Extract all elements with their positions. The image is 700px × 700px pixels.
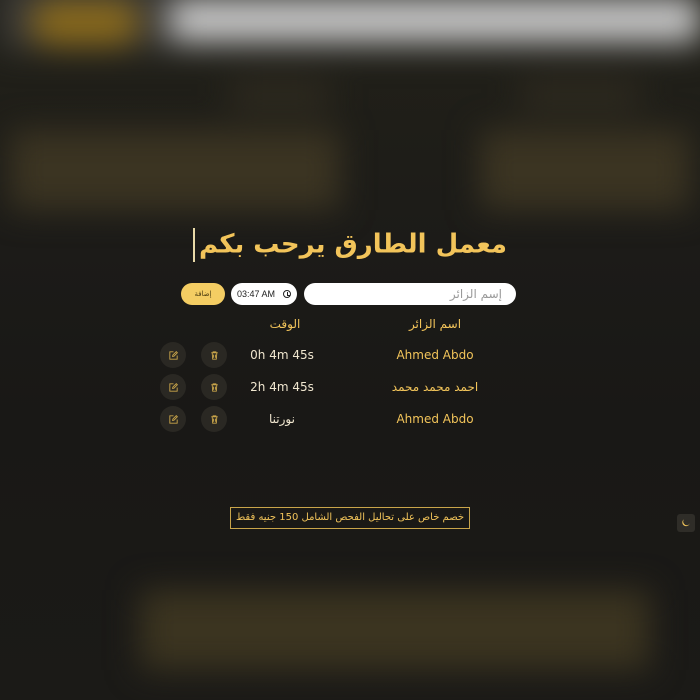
delete-button[interactable] [201,374,227,400]
trash-icon [210,382,218,392]
delete-button[interactable] [201,406,227,432]
app-screen: معمل الطارق يرحب بكم 03:47 AM إضافة اسم … [0,0,700,700]
visit-time-input[interactable]: 03:47 AM [231,283,297,305]
edit-button[interactable] [160,374,186,400]
visit-time-cell: نورتنا [269,412,295,426]
theme-toggle-button[interactable] [677,514,695,532]
visitor-name-input[interactable] [304,283,516,305]
moon-icon [682,519,690,527]
bg-shape [0,0,700,50]
bg-shape [170,0,700,40]
edit-button[interactable] [160,342,186,368]
table-row: احمد محمد محمد 2h 4m 45s [0,374,700,400]
add-visitor-form: 03:47 AM إضافة [0,283,700,307]
bg-shape [10,130,340,210]
bg-shape [140,590,650,670]
bg-shape [230,80,330,110]
page-title-text: معمل الطارق يرحب بكم [198,229,507,260]
bg-shape [520,80,640,110]
delete-button[interactable] [201,342,227,368]
visitor-name-cell: Ahmed Abdo [396,348,474,362]
table-row: Ahmed Abdo نورتنا [0,406,700,432]
promo-banner: خصم خاص على تحاليل الفحص الشامل 150 جنيه… [230,507,470,529]
visit-time-cell: 2h 4m 45s [250,380,314,394]
edit-icon [168,350,178,360]
bg-shape [480,130,690,210]
clock-icon[interactable] [283,290,291,298]
edit-icon [168,382,178,392]
edit-icon [168,414,178,424]
trash-icon [210,350,218,360]
page-title: معمل الطارق يرحب بكم [0,228,700,262]
visitor-name-cell: احمد محمد محمد [391,380,479,394]
text-caret [192,228,195,262]
add-button[interactable]: إضافة [181,283,225,305]
column-header-name: اسم الزائر [408,317,462,331]
edit-button[interactable] [160,406,186,432]
trash-icon [210,414,218,424]
table-row: Ahmed Abdo 0h 4m 45s [0,342,700,368]
visit-time-value: 03:47 AM [237,289,276,299]
visitor-name-cell: Ahmed Abdo [396,412,474,426]
visit-time-cell: 0h 4m 45s [250,348,314,362]
column-header-time: الوقت [269,317,301,331]
bg-shape [30,0,140,45]
